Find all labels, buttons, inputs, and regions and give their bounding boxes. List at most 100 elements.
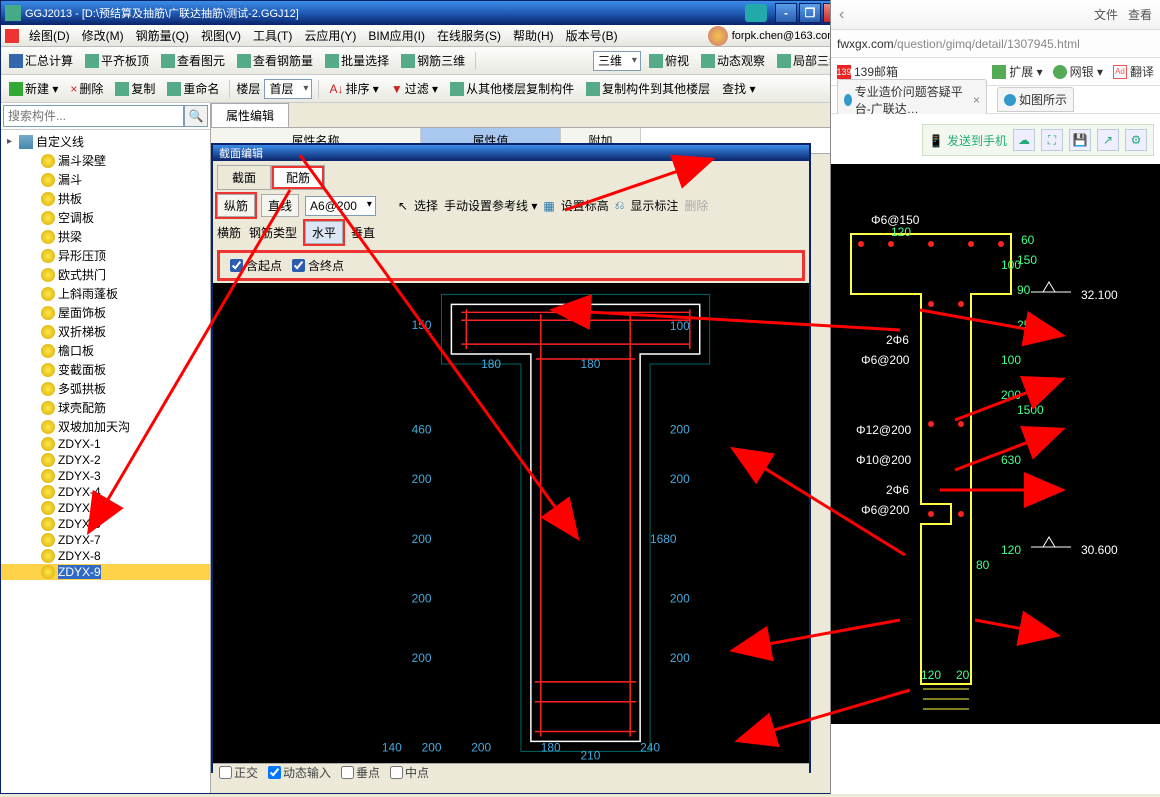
section-tab-rebar[interactable]: 配筋 [271, 165, 325, 190]
status-ortho[interactable]: 正交 [219, 764, 258, 781]
chk-start[interactable]: 含起点 [230, 257, 282, 274]
share-export-icon[interactable]: ↗ [1097, 129, 1119, 151]
tree-leaf[interactable]: 双折梯板 [1, 322, 210, 341]
tree-leaf[interactable]: ZDYX-3 [1, 468, 210, 484]
tree-leaf[interactable]: ZDYX-8 [1, 548, 210, 564]
tree-leaf[interactable]: ZDYX-7 [1, 532, 210, 548]
tbtn-new[interactable]: 新建 ▾ [5, 78, 62, 99]
btn-manualref[interactable]: 手动设置参考线 ▾ [444, 197, 537, 214]
tree-leaf[interactable]: 檐口板 [1, 341, 210, 360]
btn-line[interactable]: 直线 [261, 194, 299, 217]
bookmark-139[interactable]: 139139邮箱 [837, 63, 898, 80]
svg-text:200: 200 [670, 472, 690, 486]
tbtn-copyfrom[interactable]: 从其他楼层复制构件 [446, 78, 578, 99]
bookmark-bank[interactable]: 网银 ▾ [1053, 63, 1103, 80]
btn-zongjin[interactable]: 纵筋 [217, 194, 255, 217]
tbtn-orbit[interactable]: 动态观察 [697, 50, 769, 71]
minimize-button[interactable]: - [775, 3, 797, 23]
btn-horizontal[interactable]: 水平 [305, 221, 343, 244]
browser-view-menu[interactable]: 查看 [1128, 6, 1152, 23]
section-canvas[interactable]: 460 200 150 200 200 200 1680 180 200 100 [213, 283, 809, 763]
tree-leaf[interactable]: 上斜雨蓬板 [1, 284, 210, 303]
tree-leaf[interactable]: ZDYX-6 [1, 516, 210, 532]
tbtn-batchsel[interactable]: 批量选择 [321, 50, 393, 71]
user-avatar-icon[interactable] [708, 26, 728, 46]
chk-end[interactable]: 含终点 [292, 257, 344, 274]
tbtn-del[interactable]: ×删除 [66, 78, 107, 99]
tbtn-copyto[interactable]: 复制构件到其他楼层 [582, 78, 714, 99]
tbtn-topview[interactable]: 俯视 [645, 50, 693, 71]
tree-leaf[interactable]: 屋面饰板 [1, 303, 210, 322]
tree-leaf[interactable]: ZDYX-2 [1, 452, 210, 468]
search-input[interactable] [3, 105, 184, 127]
tbtn-rebar3d[interactable]: 钢筋三维 [397, 50, 469, 71]
rebar-spec-combo[interactable]: A6@200 [305, 196, 376, 216]
status-dyn[interactable]: 动态输入 [268, 764, 331, 781]
maximize-button[interactable]: ❐ [799, 3, 821, 23]
menu-tool[interactable]: 工具(T) [247, 25, 298, 46]
share-cloud-icon[interactable]: ☁ [1013, 129, 1035, 151]
tbtn-viewrebarqty[interactable]: 查看钢筋量 [233, 50, 317, 71]
menu-bim[interactable]: BIM应用(I) [362, 25, 431, 46]
tbtn-slab[interactable]: 平齐板顶 [81, 50, 153, 71]
tree-leaf[interactable]: 变截面板 [1, 360, 210, 379]
tree-leaf[interactable]: 双坡加加天沟 [1, 417, 210, 436]
share-save-icon[interactable]: 💾 [1069, 129, 1091, 151]
tree-leaf[interactable]: 多弧拱板 [1, 379, 210, 398]
component-tree[interactable]: ▸ 自定义线 漏斗梁壁漏斗拱板空调板拱梁异形压顶欧式拱门上斜雨蓬板屋面饰板双折梯… [1, 130, 210, 793]
tree-leaf[interactable]: 拱板 [1, 189, 210, 208]
send-to-phone[interactable]: 📱 发送到手机 [929, 132, 1007, 149]
share-gear-icon[interactable]: ⚙ [1125, 129, 1147, 151]
address-bar[interactable]: fwxgx.com/question/gimq/detail/1307945.h… [831, 30, 1160, 58]
browser-back[interactable]: ‹ [839, 6, 844, 24]
tree-root[interactable]: ▸ 自定义线 [1, 132, 210, 151]
btn-select[interactable]: 选择 [414, 197, 438, 214]
tbtn-sort[interactable]: A↓排序 ▾ [325, 78, 382, 99]
tbtn-sum[interactable]: 汇总计算 [5, 50, 77, 71]
search-button[interactable]: 🔍 [184, 105, 208, 127]
tree-leaf[interactable]: ZDYX-9 [1, 564, 210, 580]
status-vertex[interactable]: 垂点 [341, 764, 380, 781]
tree-leaf[interactable]: 拱梁 [1, 227, 210, 246]
svg-text:20: 20 [956, 668, 970, 682]
browser-file-menu[interactable]: 文件 [1094, 6, 1118, 23]
tree-leaf[interactable]: ZDYX-5 [1, 500, 210, 516]
tree-leaf[interactable]: 空调板 [1, 208, 210, 227]
floor-combo[interactable]: 首层 [264, 79, 312, 99]
tbtn-copy[interactable]: 复制 [111, 78, 159, 99]
svg-text:200: 200 [412, 532, 432, 546]
tree-leaf[interactable]: 球壳配筋 [1, 398, 210, 417]
btn-showmark[interactable]: 显示标注 [630, 197, 678, 214]
tree-leaf[interactable]: 异形压顶 [1, 246, 210, 265]
btn-delete[interactable]: 删除 [684, 197, 708, 214]
tbtn-rename[interactable]: 重命名 [163, 78, 223, 99]
view-3d-combo[interactable]: 三维 [593, 51, 641, 71]
tbtn-filter[interactable]: ▼过滤 ▾ [387, 78, 442, 99]
btn-vertical[interactable]: 垂直 [351, 224, 375, 241]
menu-view[interactable]: 视图(V) [195, 25, 247, 46]
cloud-icon[interactable] [745, 4, 767, 22]
section-tab-shape[interactable]: 截面 [217, 165, 271, 190]
tree-leaf[interactable]: ZDYX-4 [1, 484, 210, 500]
menu-help[interactable]: 帮助(H) [507, 25, 560, 46]
menu-modify[interactable]: 修改(M) [76, 25, 130, 46]
menu-draw[interactable]: 绘图(D) [23, 25, 76, 46]
property-edit-tab[interactable]: 属性编辑 [211, 103, 289, 127]
share-expand-icon[interactable]: ⛶ [1041, 129, 1063, 151]
tbtn-find[interactable]: 查找 ▾ [718, 78, 759, 99]
menu-version[interactable]: 版本号(B) [560, 25, 624, 46]
menu-online[interactable]: 在线服务(S) [431, 25, 507, 46]
menu-cloud[interactable]: 云应用(Y) [298, 25, 362, 46]
tree-leaf[interactable]: 漏斗 [1, 170, 210, 189]
status-mid[interactable]: 中点 [390, 764, 429, 781]
btn-setlevel[interactable]: 设置标高 [561, 197, 609, 214]
tree-leaf[interactable]: 漏斗梁壁 [1, 151, 210, 170]
menu-rebar[interactable]: 钢筋量(Q) [130, 25, 195, 46]
bookmark-ext[interactable]: 扩展 ▾ [992, 63, 1042, 80]
tree-leaf[interactable]: 欧式拱门 [1, 265, 210, 284]
user-email[interactable]: forpk.chen@163.com ▾ [732, 29, 845, 42]
browser-tab-2[interactable]: 如图所示 [997, 87, 1074, 112]
tbtn-viewelem[interactable]: 查看图元 [157, 50, 229, 71]
tree-leaf[interactable]: ZDYX-1 [1, 436, 210, 452]
bookmark-trans[interactable]: Ad翻译 [1113, 63, 1154, 80]
